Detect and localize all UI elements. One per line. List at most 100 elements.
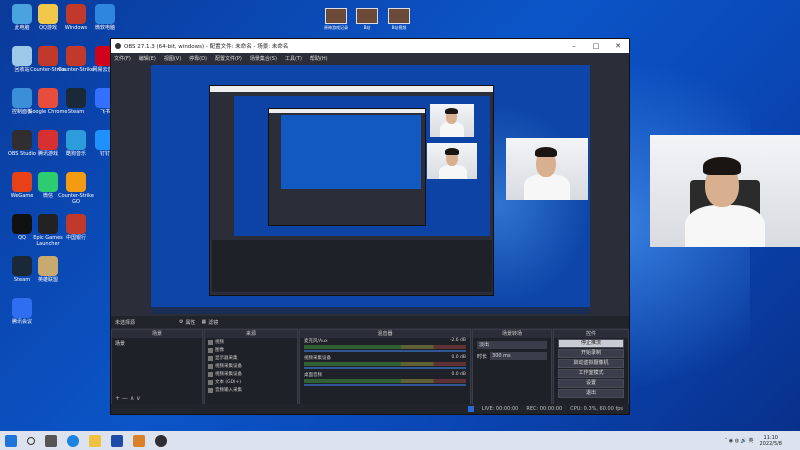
- volume-slider[interactable]: [304, 384, 466, 386]
- duration-input[interactable]: 300 ms: [490, 352, 547, 360]
- menu-dock[interactable]: 停靠(D): [189, 55, 207, 62]
- transition-select[interactable]: 淡出: [477, 341, 547, 349]
- source-item[interactable]: 视频: [205, 338, 297, 346]
- audio-meter: [304, 345, 466, 349]
- app-icon: [12, 298, 32, 318]
- app-icon: [38, 46, 58, 66]
- desktop-icon[interactable]: 中国银行: [56, 214, 96, 241]
- menu-edit[interactable]: 编辑(E): [139, 55, 156, 62]
- desktop-file-thumb[interactable]: [356, 8, 378, 24]
- properties-button[interactable]: 属性: [186, 319, 196, 326]
- stop-streaming-button[interactable]: 停止推流: [558, 339, 624, 348]
- audio-meter: [304, 379, 466, 383]
- obs-titlebar[interactable]: OBS 27.1.3 (64-bit, windows) - 配置文件: 未命名…: [111, 39, 629, 53]
- duration-label: 时长: [477, 353, 488, 360]
- mixer-channel: 视频采集设备 0.0 dB: [304, 355, 466, 361]
- desktop-icon[interactable]: Counter-Strike GO: [56, 172, 96, 205]
- menu-help[interactable]: 帮助(H): [310, 55, 328, 62]
- sources-header: 来源: [205, 330, 297, 338]
- windows-start-icon[interactable]: [5, 434, 17, 447]
- filters-button[interactable]: 滤镜: [208, 319, 218, 326]
- scenes-header: 场景: [112, 330, 202, 338]
- start-recording-button[interactable]: 开始录制: [558, 349, 624, 358]
- app-icon: [66, 214, 86, 234]
- app-icon[interactable]: [133, 434, 145, 447]
- cpu-fps: CPU: 0.3%, 60.00 fps: [570, 406, 623, 412]
- source-item[interactable]: 音频输入采集: [205, 386, 297, 394]
- app-icon: [38, 256, 58, 276]
- preview-nested-obs: [209, 85, 494, 296]
- source-item[interactable]: 显示器采集: [205, 354, 297, 362]
- desktop-file-thumb[interactable]: [388, 8, 410, 24]
- menu-tools[interactable]: 工具(T): [285, 55, 302, 62]
- mixer-channel: 麦克风/Aux -2.6 dB: [304, 338, 466, 344]
- rec-time: REC: 00:00:00: [526, 406, 563, 412]
- minimize-icon[interactable]: –: [563, 42, 585, 50]
- source-item[interactable]: 图像: [205, 346, 297, 354]
- preview-webcam: [506, 138, 588, 200]
- transitions-dock: 场景转场 淡出 时长 300 ms: [472, 329, 552, 405]
- close-icon[interactable]: ✕: [607, 42, 629, 50]
- controls-dock: 控件 停止推流 开始录制 启动虚拟摄像机 工作室模式 设置 退出: [553, 329, 629, 405]
- app-icon: [66, 172, 86, 192]
- desktop-icon[interactable]: 腾讯会议: [2, 298, 42, 325]
- live-time: LIVE: 00:00:00: [481, 406, 519, 412]
- app-icon: [66, 88, 86, 108]
- volume-slider[interactable]: [304, 367, 466, 369]
- app-icon: [38, 214, 58, 234]
- app-icon: [66, 130, 86, 150]
- exit-button[interactable]: 退出: [558, 389, 624, 398]
- studio-mode-button[interactable]: 工作室模式: [558, 369, 624, 378]
- app-icon: [38, 130, 58, 150]
- mixer-header: 混音器: [300, 330, 470, 338]
- task-view-icon[interactable]: [45, 434, 57, 447]
- window-title: OBS 27.1.3 (64-bit, windows) - 配置文件: 未命名…: [124, 44, 289, 50]
- scene-controls[interactable]: + — ∧ ∨: [115, 395, 141, 402]
- audio-meter: [304, 362, 466, 366]
- menu-view[interactable]: 视图(V): [164, 55, 181, 62]
- app-icon: [38, 4, 58, 24]
- desktop-icon[interactable]: 微软电脑: [85, 4, 125, 31]
- desktop-icon-label: Counter-Strike GO: [58, 193, 94, 205]
- menu-file[interactable]: 文件(F): [114, 55, 131, 62]
- app-icon[interactable]: [111, 434, 123, 447]
- volume-slider[interactable]: [304, 350, 466, 352]
- gear-icon[interactable]: ⚙: [179, 319, 183, 325]
- preview-canvas[interactable]: [151, 65, 590, 314]
- live-indicator-icon: [467, 406, 474, 412]
- obs-window[interactable]: OBS 27.1.3 (64-bit, windows) - 配置文件: 未命名…: [110, 38, 630, 415]
- scene-item[interactable]: 场景: [112, 338, 202, 349]
- maximize-icon[interactable]: □: [585, 42, 607, 50]
- controls-header: 控件: [554, 330, 628, 338]
- desktop-icon-label: 英雄联盟: [37, 277, 58, 283]
- menu-bar: 文件(F) 编辑(E) 视图(V) 停靠(D) 配置文件(P) 场景集合(S) …: [111, 53, 629, 63]
- settings-button[interactable]: 设置: [558, 379, 624, 388]
- search-icon[interactable]: [27, 436, 35, 445]
- mixer-channel: 桌面音频 0.0 dB: [304, 372, 466, 378]
- edge-icon[interactable]: [67, 434, 79, 447]
- desktop-icon-label: 中国银行: [65, 235, 86, 241]
- taskbar: ˄ ◉ ◍ 🔊 英 11:10 2022/5/8: [0, 431, 800, 450]
- transitions-header: 场景转场: [473, 330, 551, 338]
- filter-icon[interactable]: ▦: [202, 319, 207, 325]
- menu-scene-collection[interactable]: 场景集合(S): [250, 55, 277, 62]
- source-toolbar: 未选择源 ⚙ 属性 ▦ 滤镜: [111, 316, 629, 328]
- obs-logo-icon: [115, 43, 121, 49]
- sources-dock: 来源 视频 图像 显示器采集 视频采集设备 视频采集设备 文本 (GDI+) 音…: [204, 329, 298, 405]
- app-icon: [38, 88, 58, 108]
- file-explorer-icon[interactable]: [89, 434, 101, 447]
- source-item[interactable]: 文本 (GDI+): [205, 378, 297, 386]
- desktop-file-thumb[interactable]: [325, 8, 347, 24]
- tray-icons[interactable]: ˄ ◉ ◍ 🔊 英: [725, 437, 754, 444]
- desktop-icon-label: 微软电脑: [94, 25, 115, 31]
- source-item[interactable]: 视频采集设备: [205, 370, 297, 378]
- app-icon: [66, 4, 86, 24]
- source-item[interactable]: 视频采集设备: [205, 362, 297, 370]
- desktop-icon[interactable]: 英雄联盟: [28, 256, 68, 283]
- desktop-file-label: B站视频: [391, 25, 407, 30]
- clock-date: 2022/5/8: [759, 440, 782, 447]
- obs-taskbar-icon[interactable]: [155, 434, 167, 447]
- desktop-icon-label: 腾讯会议: [11, 319, 32, 325]
- start-virtual-camera-button[interactable]: 启动虚拟摄像机: [558, 359, 624, 368]
- menu-profile[interactable]: 配置文件(P): [215, 55, 242, 62]
